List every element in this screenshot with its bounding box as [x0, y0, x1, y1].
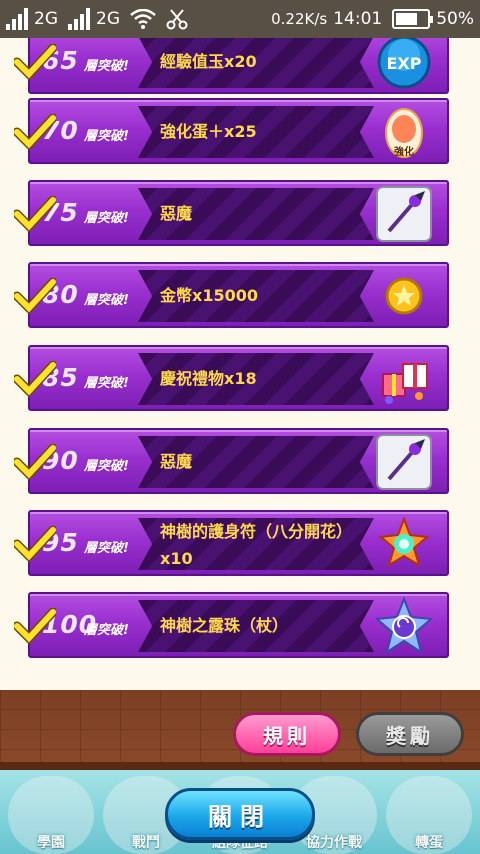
nav-item-gacha[interactable]: 轉蛋 [386, 776, 472, 854]
reward-name: 惡魔 [160, 452, 193, 471]
signal-icon-2 [68, 8, 90, 30]
level-suffix: 層突破! [84, 129, 129, 144]
reward-name: 神樹的護身符（八分開花）x10 [160, 522, 353, 569]
wifi-icon [130, 9, 156, 29]
check-icon [14, 608, 56, 644]
level-suffix: 層突破! [84, 541, 129, 556]
enhance-egg-icon: 強化 [385, 108, 423, 158]
check-icon [14, 44, 56, 80]
exp-orb-icon: EXP [377, 38, 431, 89]
reward-row: 65 層突破! 經驗值玉x20 EXP [14, 38, 449, 94]
network-type-2: 2G [96, 9, 120, 29]
gold-coin-icon [385, 277, 423, 315]
reward-row: 90 層突破! 惡魔 [14, 428, 449, 494]
reward-row: 95 層突破! 神樹的護身符（八分開花）x10 [14, 510, 449, 576]
level-suffix: 層突破! [84, 459, 129, 474]
rules-button[interactable]: 規則 [233, 712, 341, 756]
svg-text:EXP: EXP [387, 54, 422, 73]
gift-box-icon [382, 363, 428, 404]
battery-percent: 50% [436, 9, 474, 29]
demon-staff-icon [376, 186, 432, 242]
reward-row: 85 層突破! 慶祝禮物x18 [14, 345, 449, 411]
check-icon [14, 526, 56, 562]
scissors-icon [166, 9, 188, 30]
level-suffix: 層突破! [84, 211, 129, 226]
check-icon [14, 444, 56, 480]
network-speed: 0.22K/s [271, 10, 328, 28]
reward-name: 金幣x15000 [160, 286, 258, 305]
level-suffix: 層突破! [84, 293, 129, 308]
nav-item-academy[interactable]: 學園 [8, 776, 94, 854]
svg-text:強化: 強化 [394, 145, 414, 158]
check-icon [14, 196, 56, 232]
network-type-1: 2G [34, 9, 58, 29]
battery-icon [392, 9, 434, 29]
reward-row: 70 層突破! 強化蛋＋x25 強化 [14, 98, 449, 164]
reward-row: 100 層突破! 神樹之露珠（杖） [14, 592, 449, 658]
reward-name: 惡魔 [160, 204, 193, 223]
check-icon [14, 361, 56, 397]
level-suffix: 層突破! [84, 59, 129, 74]
status-bar: 2G 2G 0.22K/s 14:01 50% [0, 0, 480, 38]
level-suffix: 層突破! [84, 623, 129, 638]
reward-name: 慶祝禮物x18 [160, 369, 257, 388]
reward-row: 75 層突破! 惡魔 [14, 180, 449, 246]
close-button[interactable]: 關閉 [165, 788, 315, 840]
reward-list[interactable]: 65 層突破! 經驗值玉x20 EXP 70 層突破! 強化蛋＋x25 強化 7… [0, 38, 480, 690]
level-suffix: 層突破! [84, 376, 129, 391]
clock: 14:01 [333, 9, 383, 29]
reward-row: 80 層突破! 金幣x15000 [14, 262, 449, 328]
sacred-tree-dewdrop-icon [375, 597, 433, 655]
reward-name: 神樹之露珠（杖） [160, 616, 289, 635]
sacred-tree-amulet-icon [378, 516, 430, 568]
check-icon [14, 114, 56, 150]
bottom-panel: 規則 獎勵 學園 戰鬥 組隊征路 協力作戰 轉蛋 關閉 [0, 690, 480, 854]
reward-name: 強化蛋＋x25 [160, 122, 257, 141]
signal-icon [6, 8, 28, 30]
check-icon [14, 278, 56, 314]
reward-button[interactable]: 獎勵 [356, 712, 464, 756]
reward-name: 經驗值玉x20 [160, 52, 257, 71]
demon-staff-icon [376, 434, 432, 490]
